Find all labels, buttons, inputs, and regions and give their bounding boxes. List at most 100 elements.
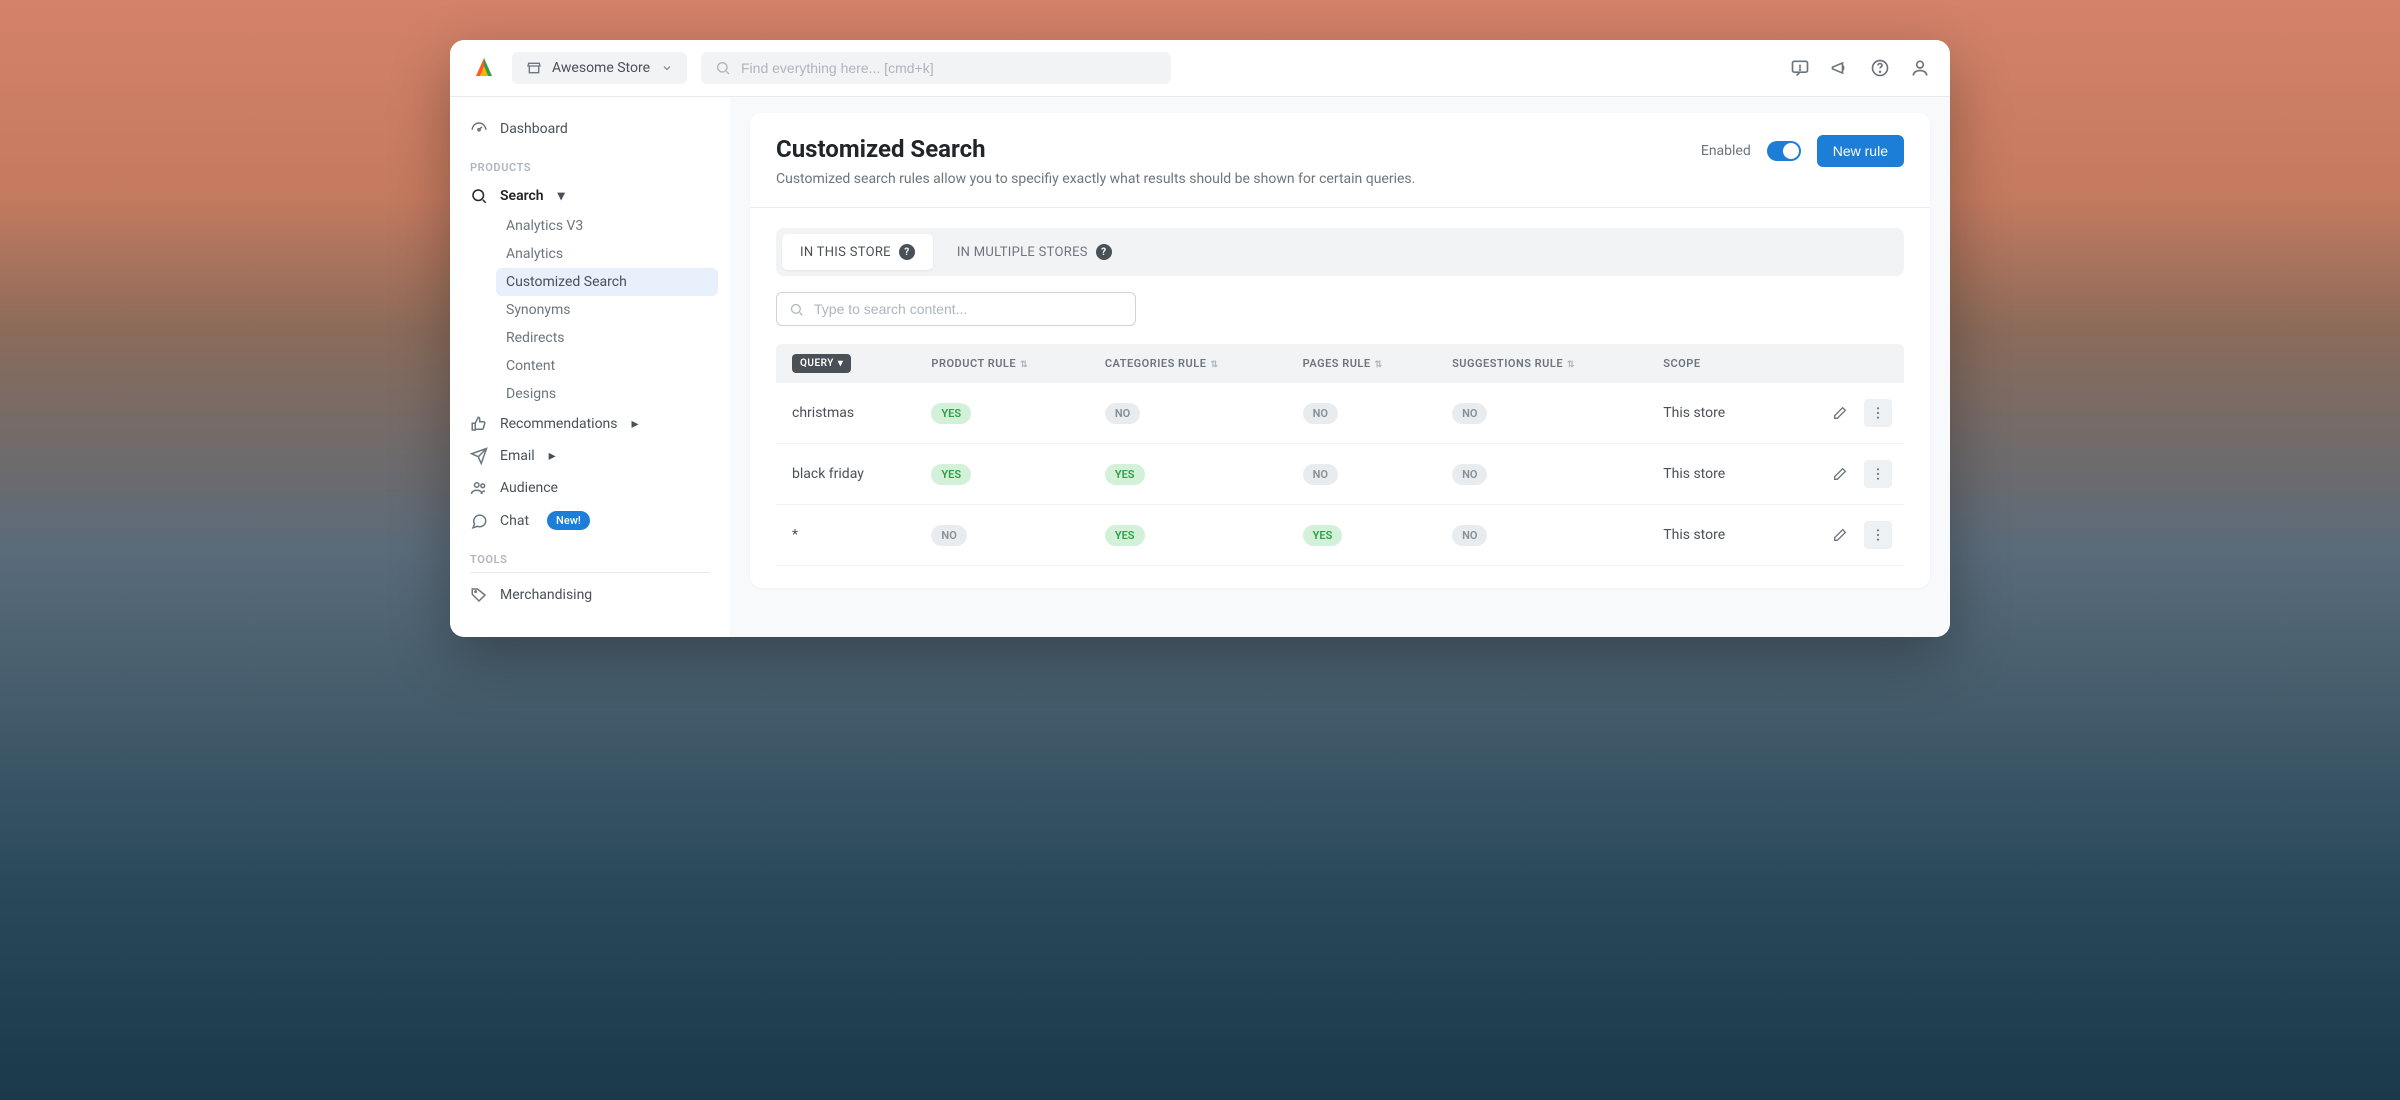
sidebar-label: Email [500, 448, 535, 464]
sidebar-label: Merchandising [500, 587, 592, 603]
cell-pages: NO [1291, 444, 1440, 505]
cell-suggestions: NO [1440, 505, 1651, 566]
sidebar-item-search[interactable]: Search ▾ [462, 180, 718, 212]
topbar: Awesome Store [450, 40, 1950, 97]
cell-pages: YES [1291, 505, 1440, 566]
body: Dashboard PRODUCTS Search ▾ Analytics V3… [450, 97, 1950, 637]
app-window: Awesome Store [450, 40, 1950, 637]
table-row: christmasYESNONONOThis store [776, 383, 1904, 444]
sidebar-sub-analytics-v3[interactable]: Analytics V3 [496, 212, 718, 240]
search-icon [789, 302, 804, 317]
cell-categories: NO [1093, 383, 1291, 444]
sidebar-sub-designs[interactable]: Designs [496, 380, 718, 408]
sidebar-label: Dashboard [500, 121, 568, 137]
global-search[interactable] [701, 52, 1171, 84]
sidebar-sub-customized-search[interactable]: Customized Search [496, 268, 718, 296]
app-logo [470, 54, 498, 82]
help-icon[interactable]: ? [899, 244, 915, 260]
cell-query: * [776, 505, 919, 566]
no-pill: NO [1452, 464, 1487, 485]
sidebar-item-email[interactable]: Email ▸ [462, 440, 718, 472]
col-product-rule[interactable]: PRODUCT RULE⇅ [919, 344, 1092, 383]
sidebar-label: Recommendations [500, 416, 618, 432]
sidebar-sub-synonyms[interactable]: Synonyms [496, 296, 718, 324]
search-icon [715, 60, 731, 76]
cell-categories: YES [1093, 444, 1291, 505]
store-selector[interactable]: Awesome Store [512, 52, 687, 84]
search-icon [470, 187, 488, 205]
col-suggestions-rule[interactable]: SUGGESTIONS RULE⇅ [1440, 344, 1651, 383]
col-categories-rule[interactable]: CATEGORIES RULE⇅ [1093, 344, 1291, 383]
sidebar-label: Audience [500, 480, 558, 496]
edit-icon[interactable] [1826, 399, 1854, 427]
rules-table: QUERY▾ PRODUCT RULE⇅ CATEGORIES RULE⇅ PA… [776, 344, 1904, 566]
help-icon[interactable] [1870, 58, 1890, 78]
sidebar-sub-content[interactable]: Content [496, 352, 718, 380]
new-badge: New! [547, 511, 590, 530]
sidebar-sub-redirects[interactable]: Redirects [496, 324, 718, 352]
sidebar-sub-analytics[interactable]: Analytics [496, 240, 718, 268]
caret-right-icon: ▸ [632, 416, 639, 432]
yes-pill: YES [1105, 525, 1145, 546]
divider [750, 207, 1930, 208]
store-name: Awesome Store [552, 60, 650, 76]
edit-icon[interactable] [1826, 521, 1854, 549]
tab-this-store[interactable]: IN THIS STORE ? [782, 234, 933, 270]
cell-query: black friday [776, 444, 919, 505]
user-icon[interactable] [1910, 58, 1930, 78]
cell-actions [1775, 383, 1904, 444]
yes-pill: YES [1105, 464, 1145, 485]
col-scope: SCOPE [1651, 344, 1774, 383]
sidebar-section-products: PRODUCTS [462, 145, 718, 180]
yes-pill: YES [931, 464, 971, 485]
content-search[interactable] [776, 292, 1136, 326]
yes-pill: YES [931, 403, 971, 424]
page-subtitle: Customized search rules allow you to spe… [776, 171, 1415, 187]
sidebar-item-dashboard[interactable]: Dashboard [462, 113, 718, 145]
col-pages-rule[interactable]: PAGES RULE⇅ [1291, 344, 1440, 383]
caret-right-icon: ▸ [549, 448, 556, 464]
no-pill: NO [1303, 464, 1338, 485]
panel-customized-search: Customized Search Customized search rule… [750, 113, 1930, 588]
table-row: *NOYESYESNOThis store [776, 505, 1904, 566]
yes-pill: YES [1303, 525, 1343, 546]
cell-scope: This store [1651, 383, 1774, 444]
col-query[interactable]: QUERY▾ [776, 344, 919, 383]
panel-header: Customized Search Customized search rule… [776, 135, 1904, 187]
send-icon [470, 447, 488, 465]
cell-pages: NO [1291, 383, 1440, 444]
sidebar-item-merchandising[interactable]: Merchandising [462, 579, 718, 611]
cell-query: christmas [776, 383, 919, 444]
chat-icon [470, 512, 488, 530]
enabled-toggle[interactable] [1767, 141, 1801, 161]
scope-tabs: IN THIS STORE ? IN MULTIPLE STORES ? [776, 228, 1904, 276]
sidebar-label: Search [500, 188, 544, 204]
more-icon[interactable] [1864, 460, 1892, 488]
help-icon[interactable]: ? [1096, 244, 1112, 260]
new-rule-button[interactable]: New rule [1817, 135, 1904, 167]
gauge-icon [470, 120, 488, 138]
tab-multiple-stores[interactable]: IN MULTIPLE STORES ? [939, 234, 1130, 270]
cell-scope: This store [1651, 444, 1774, 505]
sidebar-item-audience[interactable]: Audience [462, 472, 718, 504]
more-icon[interactable] [1864, 521, 1892, 549]
feedback-icon[interactable] [1790, 58, 1810, 78]
cell-product: YES [919, 383, 1092, 444]
cell-scope: This store [1651, 505, 1774, 566]
content-search-input[interactable] [814, 301, 1123, 317]
cell-suggestions: NO [1440, 383, 1651, 444]
global-search-input[interactable] [741, 60, 1157, 76]
no-pill: NO [931, 525, 966, 546]
cell-product: YES [919, 444, 1092, 505]
announcement-icon[interactable] [1830, 58, 1850, 78]
cell-actions [1775, 505, 1904, 566]
main: Customized Search Customized search rule… [730, 97, 1950, 637]
edit-icon[interactable] [1826, 460, 1854, 488]
sidebar-search-submenu: Analytics V3 Analytics Customized Search… [462, 212, 718, 408]
caret-down-icon: ▾ [558, 188, 565, 204]
sidebar-item-recommendations[interactable]: Recommendations ▸ [462, 408, 718, 440]
sidebar-item-chat[interactable]: Chat New! [462, 504, 718, 537]
more-icon[interactable] [1864, 399, 1892, 427]
no-pill: NO [1105, 403, 1140, 424]
tag-icon [470, 586, 488, 604]
